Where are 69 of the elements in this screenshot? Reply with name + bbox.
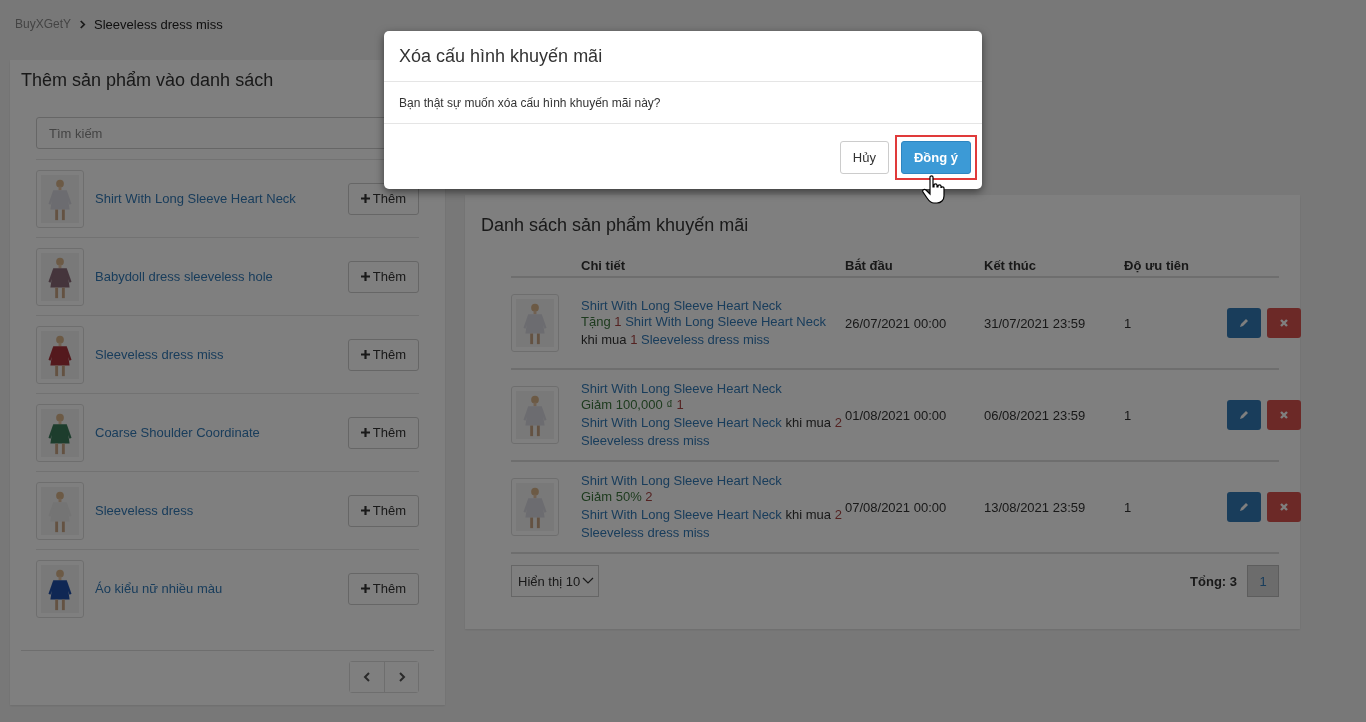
- column-header: Độ ưu tiên: [1124, 258, 1191, 273]
- plus-icon: [360, 584, 370, 593]
- close-icon: [1278, 409, 1290, 421]
- column-header: Kết thúc: [984, 258, 1037, 273]
- pencil-icon: [1238, 317, 1250, 329]
- page-size-select[interactable]: Hiển thị 10: [511, 565, 600, 597]
- product-link[interactable]: Shirt With Long Sleeve Heart Neck: [95, 191, 348, 206]
- next-page-button[interactable]: [384, 662, 418, 692]
- dialog-title: Xóa cấu hình khuyến mãi: [399, 46, 604, 67]
- product-link[interactable]: Shirt With Long Sleeve Heart Neck: [625, 313, 826, 329]
- chevron-right-icon: [79, 19, 87, 29]
- add-button[interactable]: Thêm: [347, 338, 419, 371]
- pencil-icon: [1238, 501, 1250, 513]
- breadcrumb-current: Sleeveless dress miss: [94, 16, 223, 32]
- product-link[interactable]: Shirt With Long Sleeve Heart Neck: [581, 472, 845, 488]
- table-cell-text: 1: [1124, 499, 1133, 515]
- table-cell-text: 01/08/2021 00:00: [845, 407, 948, 423]
- edit-button[interactable]: [1227, 400, 1261, 430]
- page-button[interactable]: 1: [1247, 565, 1279, 597]
- delete-button[interactable]: [1267, 492, 1301, 522]
- cancel-button[interactable]: Hủy: [839, 141, 889, 174]
- table-cell-text: 31/07/2021 23:59: [984, 315, 1087, 331]
- product-link[interactable]: Sleeveless dress miss: [581, 524, 710, 540]
- table-cell-text: 1: [1124, 315, 1133, 331]
- plus-icon: [360, 272, 370, 281]
- chevron-right-icon: [397, 672, 406, 682]
- table-cell-text: 13/08/2021 23:59: [984, 499, 1087, 515]
- close-icon: [1278, 501, 1290, 513]
- promotion-description: Giảm 50% 2 Shirt With Long Sleeve Heart Neck khi mua 2 Sleeveless dress miss: [581, 488, 843, 542]
- product-link[interactable]: Sleeveless dress: [95, 503, 348, 518]
- plus-icon: [360, 506, 370, 515]
- plus-icon: [360, 350, 370, 359]
- panel-title: Danh sách sản phẩm khuyến mãi: [481, 215, 750, 236]
- product-link[interactable]: Áo kiểu nữ nhiều màu: [95, 581, 348, 596]
- confirm-button[interactable]: Đồng ý: [900, 141, 971, 174]
- edit-button[interactable]: [1227, 308, 1261, 338]
- edit-button[interactable]: [1227, 492, 1261, 522]
- add-button[interactable]: Thêm: [347, 494, 419, 527]
- product-link[interactable]: Sleeveless dress miss: [581, 432, 710, 448]
- column-header: Chi tiết: [581, 258, 627, 273]
- product-link[interactable]: Coarse Shoulder Coordinate: [95, 425, 348, 440]
- product-link[interactable]: Shirt With Long Sleeve Heart Neck: [581, 506, 782, 522]
- promotion-description: Giảm 100,000 ₫ 1 Shirt With Long Sleeve Heart Neck khi mua 2 Sleeveless dress miss: [581, 396, 843, 450]
- delete-button[interactable]: [1267, 400, 1301, 430]
- chevron-left-icon: [363, 672, 371, 682]
- table-cell-text: 1: [1124, 407, 1133, 423]
- product-link[interactable]: Shirt With Long Sleeve Heart Neck: [581, 414, 782, 430]
- add-button[interactable]: Thêm: [347, 416, 419, 449]
- add-button[interactable]: Thêm: [347, 260, 419, 293]
- product-link[interactable]: Sleeveless dress miss: [641, 331, 770, 347]
- table-cell-text: 07/08/2021 00:00: [845, 499, 948, 515]
- plus-icon: [360, 194, 370, 203]
- product-link[interactable]: Shirt With Long Sleeve Heart Neck: [581, 297, 845, 313]
- table-cell-text: 26/07/2021 00:00: [845, 315, 948, 331]
- add-button[interactable]: Thêm: [347, 572, 419, 605]
- total-count: Tổng: 3: [1190, 573, 1237, 589]
- delete-button[interactable]: [1267, 308, 1301, 338]
- plus-icon: [360, 428, 370, 437]
- table-cell-text: 06/08/2021 23:59: [984, 407, 1087, 423]
- panel-title: Thêm sản phẩm vào danh sách: [21, 70, 275, 91]
- product-link[interactable]: Shirt With Long Sleeve Heart Neck: [581, 380, 845, 396]
- product-link[interactable]: Sleeveless dress miss: [95, 347, 348, 362]
- chevron-down-icon: [582, 577, 595, 585]
- pencil-icon: [1238, 409, 1250, 421]
- column-header: Bắt đầu: [845, 258, 894, 273]
- promotion-description: Tặng 1 Shirt With Long Sleeve Heart Neck khi mua 1 Sleeveless dress miss: [581, 313, 827, 349]
- dialog-message: Bạn thật sự muốn xóa cấu hình khuyến mãi này?: [399, 96, 662, 110]
- close-icon: [1278, 317, 1290, 329]
- product-link[interactable]: Babydoll dress sleeveless hole: [95, 269, 348, 284]
